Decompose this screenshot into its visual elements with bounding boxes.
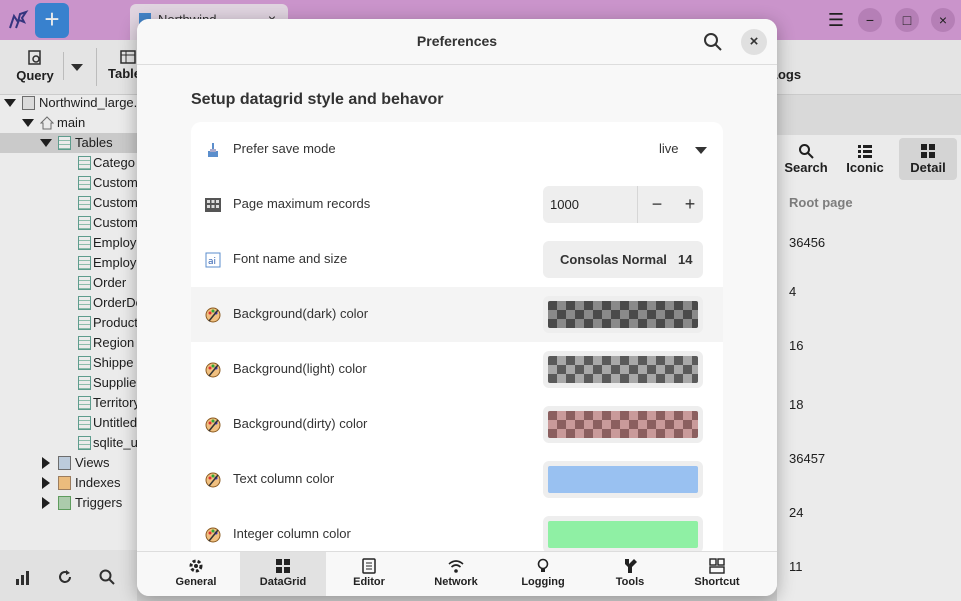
bg-dark-row: Background(dark) color	[191, 287, 723, 342]
palette-icon	[205, 417, 221, 433]
palette-icon	[205, 307, 221, 323]
page-max-records-row: Page maximum records 1000 − +	[191, 177, 723, 232]
save-mode-select[interactable]: live	[659, 141, 679, 156]
bg-light-label: Background(light) color	[233, 361, 367, 376]
grid-icon	[276, 559, 290, 573]
page-max-spinbutton: 1000 − +	[543, 186, 703, 223]
palette-icon	[205, 362, 221, 378]
section-title: Setup datagrid style and behavor	[191, 91, 444, 108]
shortcut-icon	[709, 558, 725, 574]
preferences-dialog: Preferences × Setup datagrid style and b…	[137, 19, 777, 596]
bg-light-swatch	[548, 356, 698, 383]
tab-network-label: Network	[434, 576, 478, 588]
tab-general[interactable]: General	[153, 552, 239, 596]
lightbulb-icon	[537, 558, 549, 572]
integer-column-swatch	[548, 521, 698, 548]
svg-text:ai: ai	[208, 257, 216, 267]
tab-editor-label: Editor	[353, 576, 385, 588]
search-icon[interactable]	[703, 32, 723, 52]
font-label: Font name and size	[233, 251, 348, 266]
integer-column-label: Integer column color	[233, 526, 351, 541]
tab-shortcut-label: Shortcut	[694, 576, 740, 588]
bg-dirty-color-button[interactable]	[543, 406, 703, 443]
font-size: 14	[678, 252, 693, 267]
bg-dark-swatch	[548, 301, 698, 328]
font-row: ai Font name and size Consolas Normal 14	[191, 232, 723, 287]
bg-dark-color-button[interactable]	[543, 296, 703, 333]
text-column-color-button[interactable]	[543, 461, 703, 498]
palette-icon	[205, 472, 221, 488]
wifi-icon	[448, 560, 464, 573]
text-column-label: Text column color	[233, 471, 335, 486]
spin-divider	[637, 186, 638, 223]
dialog-title: Preferences	[416, 33, 498, 49]
pref-save-mode-row: Prefer save mode live	[191, 122, 723, 177]
save-mode-label: Prefer save mode	[233, 141, 336, 156]
font-chooser-button[interactable]: Consolas Normal 14	[543, 241, 703, 278]
page-max-input[interactable]: 1000	[550, 197, 579, 212]
tab-network[interactable]: Network	[413, 552, 499, 596]
gear-icon	[189, 559, 203, 573]
tab-logging[interactable]: Logging	[500, 552, 586, 596]
dialog-header: Preferences ×	[137, 19, 777, 65]
decrement-button[interactable]: −	[645, 192, 669, 216]
text-column-swatch	[548, 466, 698, 493]
bg-dirty-row: Background(dirty) color	[191, 397, 723, 452]
preferences-tab-bar: General DataGrid Editor Network Logging …	[137, 551, 777, 596]
tools-icon	[625, 559, 637, 573]
chevron-down-icon[interactable]	[695, 147, 707, 154]
integer-column-color-button[interactable]	[543, 516, 703, 553]
text-column-color-row: Text column color	[191, 452, 723, 507]
increment-button[interactable]: +	[678, 192, 702, 216]
page-max-label: Page maximum records	[233, 196, 371, 211]
save-icon	[208, 143, 218, 157]
grid-icon	[205, 198, 221, 212]
bg-dirty-label: Background(dirty) color	[233, 416, 368, 431]
bg-light-row: Background(light) color	[191, 342, 723, 397]
tab-shortcut[interactable]: Shortcut	[674, 552, 760, 596]
bg-dark-label: Background(dark) color	[233, 306, 369, 321]
tab-tools-label: Tools	[615, 576, 645, 588]
tab-tools[interactable]: Tools	[587, 552, 673, 596]
tab-general-label: General	[175, 576, 217, 588]
datagrid-settings-card: Prefer save mode live Page maximum recor…	[191, 122, 723, 592]
dialog-close-button[interactable]: ×	[741, 29, 767, 55]
tab-datagrid-label: DataGrid	[259, 576, 307, 588]
palette-icon	[205, 527, 221, 543]
tab-datagrid[interactable]: DataGrid	[240, 552, 326, 596]
tab-logging-label: Logging	[521, 576, 565, 588]
editor-icon	[362, 558, 376, 574]
tab-editor[interactable]: Editor	[326, 552, 412, 596]
font-icon: ai	[205, 252, 221, 268]
bg-dirty-swatch	[548, 411, 698, 438]
font-name: Consolas Normal	[560, 252, 667, 267]
bg-light-color-button[interactable]	[543, 351, 703, 388]
